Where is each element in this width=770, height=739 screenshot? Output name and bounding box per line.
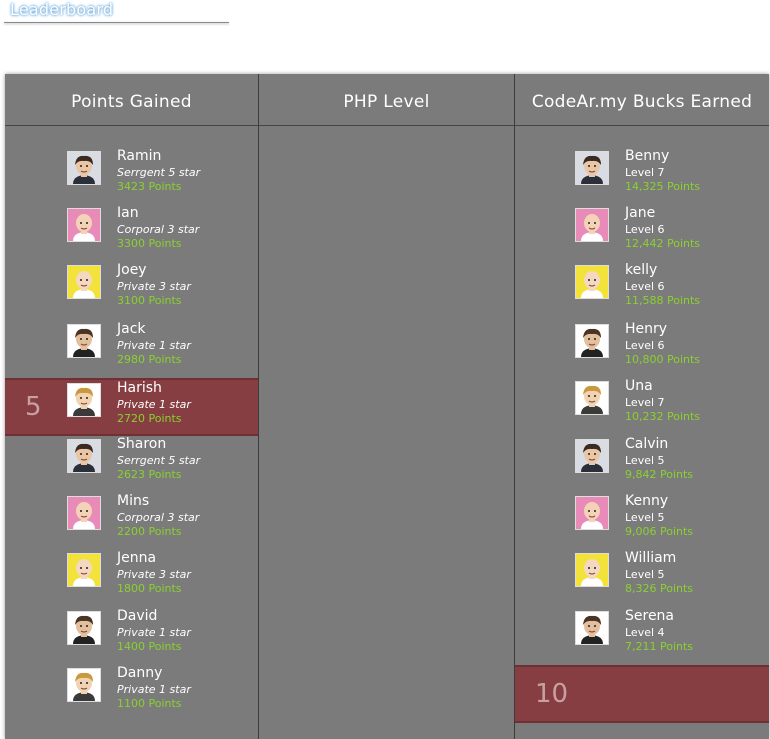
avatar [67, 611, 101, 645]
player-points: 2720 Points [117, 412, 182, 425]
column-header: CodeAr.my Bucks Earned [515, 74, 769, 126]
player-points: 1100 Points [117, 697, 182, 710]
leaderboard-row: 5 Harish Private 1 star 2720 Points [5, 378, 258, 436]
player-name: Jenna [117, 550, 157, 566]
player-name: Ramin [117, 148, 162, 164]
player-rank-title: Private 1 star [117, 683, 191, 696]
player-name: Ian [117, 205, 139, 221]
player-name: Harish [117, 380, 162, 396]
page-title: Leaderboard [10, 0, 114, 19]
column-header: PHP Level [259, 74, 514, 126]
leaderboard-row: Calvin Level 5 9,842 Points [259, 436, 693, 494]
leaderboard-row: Sharon Serrgent 5 star 2623 Points [5, 436, 258, 494]
player-rank-title: Private 3 star [117, 568, 191, 581]
player-rank-title: Private 1 star [117, 398, 191, 411]
leaderboard-row: Danny Private 1 star 1100 Points [5, 665, 258, 723]
player-points: 3100 Points [117, 294, 182, 307]
player-points: 3300 Points [117, 237, 182, 250]
leaderboard-row: Jamie$1,422,310 Bucks earntCorporal 3 st… [515, 262, 769, 320]
avatar [67, 668, 101, 702]
player-rank-title: Private 1 star [117, 626, 191, 639]
avatar [67, 439, 101, 473]
leaderboard-row: David Private 1 star 1400 Points [5, 608, 258, 666]
player-points: 2623 Points [117, 468, 182, 481]
leaderboard-row: Sam$980,255 Bucks earntSerrgent 3 star [515, 550, 769, 608]
player-points: 2980 Points [117, 353, 182, 366]
leaderboard-row: Jacky$1,311,860 Bucks earntSerrgent 5 st… [515, 378, 769, 436]
bucks-earned-column: CodeAr.my Bucks Earned Mike$1,674,434 Bu… [515, 74, 769, 739]
leaderboard-row: Ben$1,180,648 Bucks earntPrivate 3 star [515, 493, 769, 551]
leaderboard-row: Jack Private 1 star 2980 Points [5, 321, 258, 379]
leaderboard-row: 10Harish$652,336 Bucks earntPrivate 1 st… [515, 665, 769, 723]
leaderboard-row: Joey Private 3 star 3100 Points [5, 262, 258, 320]
leaderboard-row: AndyLevel 46,480 Points [259, 665, 693, 723]
leaderboard-row: Jenna Private 3 star 1800 Points [5, 550, 258, 608]
leaderboard-row: Serena Level 4 7,211 Points [259, 608, 693, 666]
player-rank-title: Corporal 3 star [117, 223, 200, 236]
leaderboard-row: Mike$1,674,434 Bucks earntSerrgent 5 sta… [515, 148, 769, 206]
leaderboard-row: Una Level 7 10,232 Points [259, 378, 700, 436]
avatar [67, 324, 101, 358]
avatar [67, 265, 101, 299]
avatar [67, 151, 101, 185]
leaderboard-row: Ian Corporal 3 star 3300 Points [5, 205, 258, 263]
player-rank-title: Serrgent 5 star [117, 166, 201, 179]
leaderboard-row: Mins Corporal 3 star 2200 Points [5, 493, 258, 551]
avatar [67, 208, 101, 242]
player-name: Sharon [117, 436, 167, 452]
column-header: Points Gained [5, 74, 258, 126]
player-points: 3423 Points [117, 180, 182, 193]
leaderboard-row: kelly Level 6 11,588 Points [259, 262, 700, 320]
leaderboard-row: Henry Level 6 10,800 Points [259, 321, 700, 379]
player-points: 1800 Points [117, 582, 182, 595]
player-name: Danny [117, 665, 163, 681]
player-rank-title: Private 3 star [117, 280, 191, 293]
player-name: Mins [117, 493, 150, 509]
leaderboard-row: Benny Level 7 14,325 Points [259, 148, 700, 206]
rank-number: 5 [25, 392, 42, 422]
player-points: 2200 Points [117, 525, 182, 538]
avatar [67, 553, 101, 587]
player-name: David [117, 608, 158, 624]
leaderboard: Points Gained Ramin Serrgent 5 star 3423 P… [5, 74, 769, 739]
player-name: Joey [117, 262, 147, 278]
avatar [67, 383, 101, 417]
leaderboard-row: Penny$780,822 Bucks earntPrivate 1 star [515, 608, 769, 666]
points-gained-column: Points Gained Ramin Serrgent 5 star 3423 P… [5, 74, 259, 739]
player-points: 1400 Points [117, 640, 182, 653]
rank-number: 10 [535, 679, 569, 709]
player-rank-title: Serrgent 5 star [117, 454, 201, 467]
player-name: Jack [117, 321, 146, 337]
leaderboard-row: Jane Level 6 12,442 Points [259, 205, 700, 263]
title-divider [4, 22, 229, 23]
leaderboard-row: Chris$1,521,664 Bucks earntPrivate 3 sta… [515, 205, 769, 263]
leaderboard-row: Sarah$1,390,228 Bucks earntPrivate 1 sta… [515, 321, 769, 379]
player-rank-title: Corporal 3 star [117, 511, 200, 524]
avatar [67, 496, 101, 530]
leaderboard-row: William Level 5 8,326 Points [259, 550, 693, 608]
leaderboard-row: Kenny Level 5 9,006 Points [259, 493, 693, 551]
php-level-column: PHP Level Benny Level 7 14,325 Points Jane L… [259, 74, 700, 739]
player-rank-title: Private 1 star [117, 339, 191, 352]
leaderboard-row: Ramin Serrgent 5 star 3423 Points [5, 148, 258, 206]
leaderboard-row: Lydia$1,225,307 Bucks earntCorporal 3 st… [515, 436, 769, 494]
